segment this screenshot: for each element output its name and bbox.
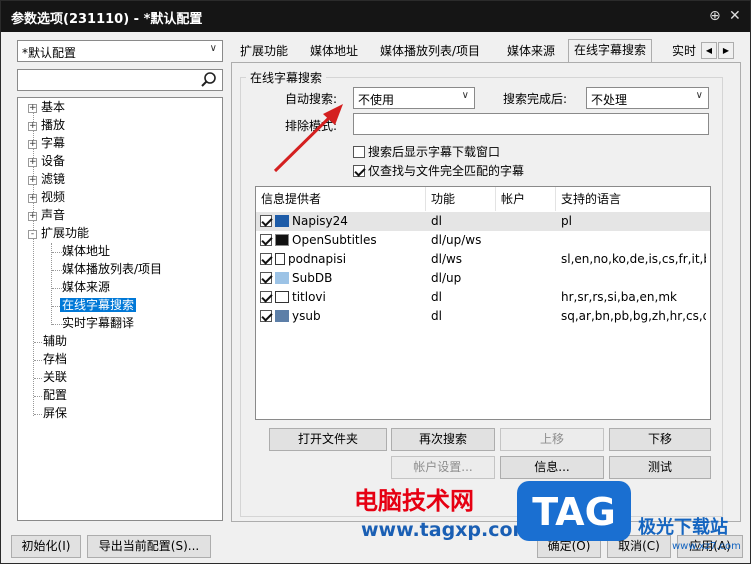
ysub-icon <box>275 310 289 322</box>
tree-item-extensions[interactable]: - 扩展功能 <box>28 225 89 242</box>
tree-item-config[interactable]: 配置 <box>43 387 67 404</box>
tab-playlist[interactable]: 媒体播放列表/项目 <box>375 42 485 62</box>
list-item[interactable]: OpenSubtitles dl/up/ws <box>256 231 710 250</box>
after-search-select[interactable]: 不处理 ∨ <box>586 87 709 109</box>
tree-item-device[interactable]: + 设备 <box>28 153 65 170</box>
tab-media-address[interactable]: 媒体地址 <box>305 42 363 62</box>
info-button[interactable]: 信息... <box>500 456 604 479</box>
column-header-function[interactable]: 功能 <box>426 187 496 211</box>
expand-icon[interactable]: + <box>28 140 37 149</box>
after-search-value: 不处理 <box>591 93 628 107</box>
expand-icon[interactable]: + <box>28 194 37 203</box>
search-again-button[interactable]: 再次搜索 <box>391 428 495 451</box>
tab-online-subtitle[interactable]: 在线字幕搜索 <box>568 39 653 63</box>
collapse-icon[interactable]: - <box>28 230 37 239</box>
column-header-account[interactable]: 帐户 <box>496 187 556 211</box>
expand-icon[interactable]: + <box>28 176 37 185</box>
provider-list: 信息提供者 功能 帐户 支持的语言 Napisy24 dl pl OpenSub… <box>255 186 711 420</box>
watermark-site: 极光下载站 <box>638 517 728 538</box>
tag-logo-icon: TAG <box>517 481 631 541</box>
opensubtitles-icon <box>275 234 289 246</box>
search-icon[interactable] <box>200 71 218 89</box>
tree-item-live-translate[interactable]: 实时字幕翻译 <box>62 315 134 332</box>
tab-strip: 扩展功能 媒体地址 媒体播放列表/项目 媒体来源 在线字幕搜索 实时 ◀ ▶ <box>231 39 741 63</box>
list-item[interactable]: ysub dl sq,ar,bn,pb,bg,zh,hr,cs,d... <box>256 307 710 326</box>
test-button[interactable]: 测试 <box>609 456 711 479</box>
tree-item-media-address[interactable]: 媒体地址 <box>62 243 110 260</box>
chevron-down-icon: ∨ <box>209 43 217 54</box>
show-download-window-checkbox[interactable]: 搜索后显示字幕下载窗口 <box>353 143 500 160</box>
checkbox-checked-icon[interactable] <box>260 234 272 246</box>
expand-icon[interactable]: + <box>28 158 37 167</box>
preferences-window: 参数选项(231110) - *默认配置 ⊕ ✕ *默认配置 ∨ + 基本 + 播放… <box>0 0 751 564</box>
exact-match-checkbox[interactable]: 仅查找与文件完全匹配的字幕 <box>353 162 524 179</box>
watermark-site-url: www.xz7.com <box>672 541 741 552</box>
exclude-input[interactable] <box>353 113 709 135</box>
checkbox-checked-icon[interactable] <box>260 310 272 322</box>
search-input[interactable] <box>17 69 223 91</box>
pin-icon[interactable]: ⊕ <box>709 8 721 24</box>
checkbox-checked-icon[interactable] <box>260 291 272 303</box>
tree-item-association[interactable]: 关联 <box>43 369 67 386</box>
checkbox-checked-icon[interactable] <box>260 215 272 227</box>
list-item[interactable]: titlovi dl hr,sr,rs,si,ba,en,mk <box>256 288 710 307</box>
tree-item-media-source[interactable]: 媒体来源 <box>62 279 110 296</box>
auto-search-value: 不使用 <box>358 93 395 107</box>
titlovi-icon <box>275 291 289 303</box>
group-title: 在线字幕搜索 <box>246 69 327 86</box>
init-button[interactable]: 初始化(I) <box>11 535 81 558</box>
list-item[interactable]: SubDB dl/up <box>256 269 710 288</box>
open-folder-button[interactable]: 打开文件夹 <box>269 428 387 451</box>
tab-extensions[interactable]: 扩展功能 <box>235 42 293 62</box>
tab-live[interactable]: 实时 <box>667 42 701 62</box>
settings-tree: + 基本 + 播放 + 字幕 + 设备 + 滤镜 + 视频 + 声音 - 扩展功能 媒体地址 媒… <box>17 97 223 521</box>
tree-item-assist[interactable]: 辅助 <box>43 333 67 350</box>
chevron-down-icon: ∨ <box>461 90 469 101</box>
checkbox-checked-icon[interactable] <box>260 272 272 284</box>
column-header-provider[interactable]: 信息提供者 <box>256 187 426 211</box>
profile-select[interactable]: *默认配置 ∨ <box>17 40 223 62</box>
auto-search-select[interactable]: 不使用 ∨ <box>353 87 475 109</box>
expand-icon[interactable]: + <box>28 212 37 221</box>
close-icon[interactable]: ✕ <box>729 8 741 24</box>
tab-scroll-left-icon[interactable]: ◀ <box>701 42 717 59</box>
tree-item-archive[interactable]: 存档 <box>43 351 67 368</box>
tree-item-subtitle[interactable]: + 字幕 <box>28 135 65 152</box>
tree-item-video[interactable]: + 视频 <box>28 189 65 206</box>
expand-icon[interactable]: + <box>28 122 37 131</box>
tree-item-filter[interactable]: + 滤镜 <box>28 171 65 188</box>
subdb-icon <box>275 272 289 284</box>
list-item[interactable]: Napisy24 dl pl <box>256 212 710 231</box>
title-bar: 参数选项(231110) - *默认配置 ⊕ ✕ <box>1 1 750 32</box>
tree-item-screensaver[interactable]: 屏保 <box>43 405 67 422</box>
tree-item-basic[interactable]: + 基本 <box>28 99 65 116</box>
watermark-url: www.tagxp.com <box>361 519 533 541</box>
podnapisi-icon <box>275 253 285 265</box>
watermark-text: 电脑技术网 <box>354 487 474 515</box>
after-search-label: 搜索完成后: <box>503 92 568 106</box>
napisy24-icon <box>275 215 289 227</box>
chevron-down-icon: ∨ <box>695 90 703 101</box>
tree-item-audio[interactable]: + 声音 <box>28 207 65 224</box>
list-item[interactable]: podnapisi dl/ws sl,en,no,ko,de,is,cs,fr,… <box>256 250 710 269</box>
profile-value: *默认配置 <box>22 46 77 60</box>
tree-item-online-subtitle[interactable]: 在线字幕搜索 <box>60 297 137 314</box>
tree-item-playback[interactable]: + 播放 <box>28 117 65 134</box>
column-header-languages[interactable]: 支持的语言 <box>556 187 710 211</box>
account-settings-button[interactable]: 帐户设置... <box>391 456 495 479</box>
tree-item-playlist[interactable]: 媒体播放列表/项目 <box>62 261 162 278</box>
tab-scroll-right-icon[interactable]: ▶ <box>718 42 734 59</box>
svg-text:TAG: TAG <box>532 490 616 534</box>
tab-media-source[interactable]: 媒体来源 <box>502 42 560 62</box>
move-up-button[interactable]: 上移 <box>500 428 604 451</box>
checkbox-checked-icon[interactable] <box>260 253 272 265</box>
annotation-arrow-icon <box>273 104 343 173</box>
export-config-button[interactable]: 导出当前配置(S)... <box>87 535 211 558</box>
move-down-button[interactable]: 下移 <box>609 428 711 451</box>
expand-icon[interactable]: + <box>28 104 37 113</box>
window-title: 参数选项(231110) - *默认配置 <box>11 12 203 27</box>
